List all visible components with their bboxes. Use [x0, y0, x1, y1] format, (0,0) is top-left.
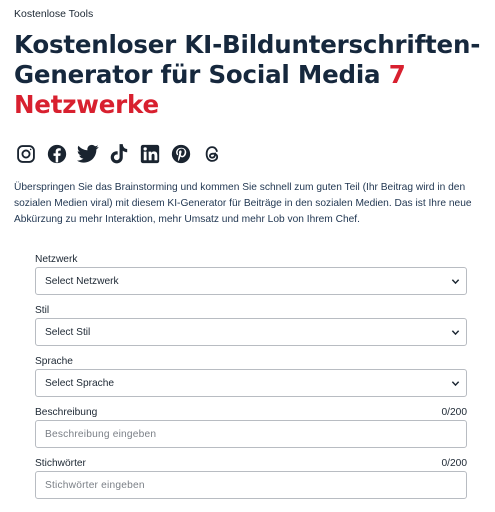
facebook-icon[interactable] [45, 143, 69, 165]
linkedin-icon[interactable] [138, 143, 162, 165]
network-select-value: Select Netzwerk [45, 275, 119, 287]
description-placeholder: Beschreibung eingeben [45, 428, 157, 440]
chevron-down-icon [451, 381, 460, 387]
keywords-label: Stichwörter [35, 458, 86, 469]
language-field: Sprache Select Sprache [35, 354, 467, 405]
breadcrumb-link-kostenlose-tools[interactable]: Kostenlose Tools [14, 8, 93, 20]
style-field: Stil Select Stil [35, 303, 467, 354]
threads-icon[interactable] [200, 143, 224, 165]
pinterest-icon[interactable] [169, 143, 193, 165]
caption-generator-form: Netzwerk Select Netzwerk Stil Select Sti… [35, 252, 467, 507]
language-select-value: Select Sprache [45, 377, 115, 389]
chevron-down-icon [451, 279, 460, 285]
page-title-main: Kostenloser KI-Bildunterschriften-Genera… [14, 30, 481, 89]
instagram-icon[interactable] [14, 143, 38, 165]
network-field: Netzwerk Select Netzwerk [35, 252, 467, 303]
style-select-value: Select Stil [45, 326, 91, 338]
intro-text: Überspringen Sie das Brainstorming und k… [14, 182, 472, 225]
description-label: Beschreibung [35, 407, 98, 418]
description-char-counter: 0/200 [441, 407, 468, 418]
description-field: Beschreibung 0/200 Beschreibung eingeben [35, 405, 467, 456]
style-label: Stil [35, 305, 50, 316]
tiktok-icon[interactable] [107, 143, 131, 165]
breadcrumb: Kostenlose Tools [14, 8, 93, 20]
language-select[interactable]: Select Sprache [35, 369, 467, 397]
keywords-input[interactable]: Stichwörter eingeben [35, 471, 467, 499]
style-select[interactable]: Select Stil [35, 318, 467, 346]
network-select[interactable]: Select Netzwerk [35, 267, 467, 295]
twitter-icon[interactable] [76, 143, 100, 165]
language-label: Sprache [35, 356, 73, 367]
keywords-field: Stichwörter 0/200 Stichwörter eingeben [35, 456, 467, 507]
description-input[interactable]: Beschreibung eingeben [35, 420, 467, 448]
chevron-down-icon [451, 330, 460, 336]
page-title: Kostenloser KI-Bildunterschriften-Genera… [14, 30, 484, 120]
network-label: Netzwerk [35, 254, 78, 265]
social-network-icons [14, 143, 224, 165]
keywords-char-counter: 0/200 [441, 458, 468, 469]
keywords-placeholder: Stichwörter eingeben [45, 479, 145, 491]
